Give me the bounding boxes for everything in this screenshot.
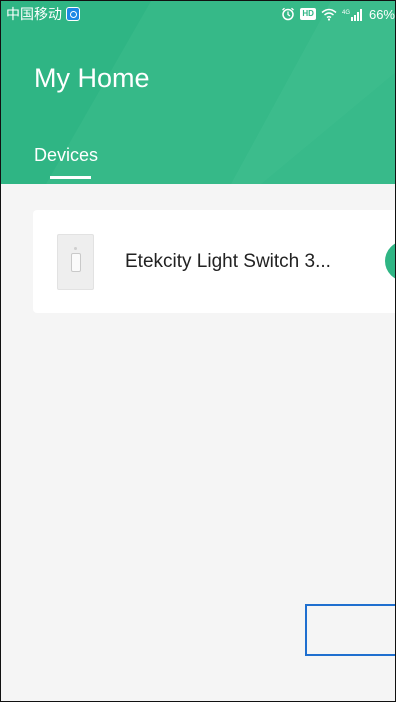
highlight-box <box>305 604 395 656</box>
light-switch-icon <box>57 233 94 290</box>
status-left: 中国移动 <box>6 4 80 24</box>
blue-app-icon <box>66 7 80 21</box>
app-frame: 中国移动 HD 4G 66% My Home Devices Etekcity … <box>0 0 396 702</box>
device-card[interactable]: Etekcity Light Switch 3... <box>33 210 395 313</box>
tab-devices-label: Devices <box>34 145 99 165</box>
app-header: 中国移动 HD 4G 66% My Home Devices <box>1 1 395 184</box>
wifi-icon <box>321 8 337 21</box>
signal-icon: 4G <box>342 8 362 21</box>
power-button[interactable] <box>385 241 395 281</box>
status-right: HD 4G 66% <box>281 7 395 22</box>
battery-percent: 66% <box>368 6 395 22</box>
hd-icon: HD <box>300 8 316 20</box>
switch-rocker <box>71 252 81 272</box>
network-type: 4G <box>342 10 350 16</box>
switch-indicator-dot <box>74 246 77 250</box>
tab-bar: Devices <box>34 145 99 179</box>
device-name: Etekcity Light Switch 3... <box>125 250 331 272</box>
alarm-icon <box>282 7 295 21</box>
page-title: My Home <box>34 63 150 93</box>
carrier-label: 中国移动 <box>6 6 62 22</box>
status-bar: 中国移动 HD 4G 66% <box>1 1 395 27</box>
tab-active-indicator <box>50 176 91 179</box>
tab-devices[interactable]: Devices <box>34 145 99 179</box>
